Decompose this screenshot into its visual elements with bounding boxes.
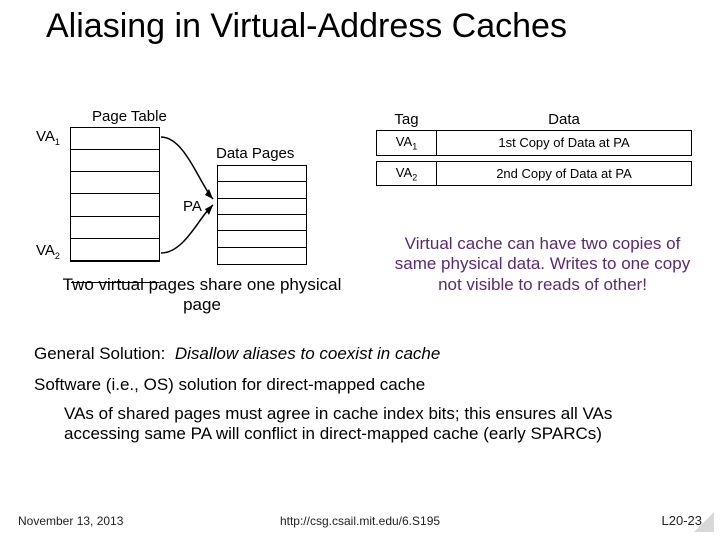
slide-title: Aliasing in Virtual-Address Caches [46,8,567,45]
cache-r1-data: 2nd Copy of Data at PA [437,161,692,186]
page-table-diagram [70,127,160,262]
cache-table: Tag Data VA1 1st Copy of Data at PA VA2 … [376,108,692,186]
table-row: VA2 2nd Copy of Data at PA [377,161,692,186]
cache-header-tag: Tag [377,108,437,131]
page-table-label: Page Table [92,108,167,125]
general-solution-label: General Solution: [34,344,165,363]
mapping-arrows [155,125,225,265]
va2-label: VA2 [36,242,60,261]
footer-url: http://csg.csail.mit.edu/6.S195 [0,514,720,528]
cache-r0-data: 1st Copy of Data at PA [437,131,692,156]
general-solution-text: Disallow aliases to coexist in cache [175,344,441,363]
virtual-cache-note: Virtual cache can have two copies of sam… [390,234,695,295]
va1-sub: 1 [55,137,60,147]
two-pages-caption: Two virtual pages share one physical pag… [62,275,342,316]
va2-text: VA [36,242,55,259]
vas-explanation: VAs of shared pages must agree in cache … [64,404,684,445]
table-row: VA1 1st Copy of Data at PA [377,131,692,156]
cache-r1-tag: VA [396,165,412,180]
software-solution-line: Software (i.e., OS) solution for direct-… [34,375,425,395]
cache-header-data: Data [437,108,692,131]
cache-r1-tagsub: 2 [412,172,417,182]
page-curl-icon [692,510,714,532]
va1-label: VA1 [36,128,60,147]
data-pages-label: Data Pages [216,145,294,162]
va2-sub: 2 [55,251,60,261]
cache-r0-tagsub: 1 [412,142,417,152]
general-solution-line: General Solution: Disallow aliases to co… [34,344,440,364]
va1-text: VA [36,128,55,145]
data-pages-diagram [217,165,307,265]
cache-r0-tag: VA [396,134,412,149]
